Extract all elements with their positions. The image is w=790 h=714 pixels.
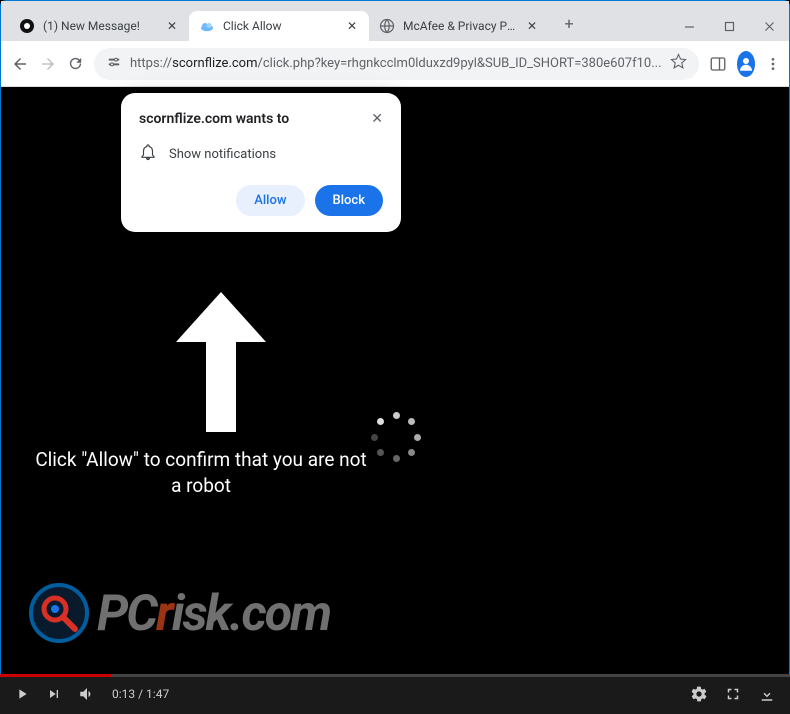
globe-icon	[379, 18, 395, 34]
page-message: Click "Allow" to confirm that you are no…	[31, 447, 371, 498]
wm-rest: isk.com	[172, 585, 330, 643]
window-close-button[interactable]	[749, 11, 789, 41]
fullscreen-button[interactable]	[724, 685, 742, 703]
maximize-button[interactable]	[709, 11, 749, 41]
block-button[interactable]: Block	[315, 185, 383, 216]
tab-new-message[interactable]: (1) New Message! ✕	[9, 11, 189, 41]
next-button[interactable]	[46, 686, 62, 702]
download-button[interactable]	[758, 685, 776, 703]
browser-menu-button[interactable]	[765, 49, 781, 79]
video-controls: 0:13 / 1:47	[0, 674, 790, 714]
profile-avatar[interactable]	[737, 51, 755, 77]
video-progress-fill	[0, 674, 111, 677]
close-icon[interactable]: ✕	[345, 19, 359, 33]
video-time-current: 0:13	[112, 687, 135, 701]
notification-permission-prompt: scornflize.com wants to ✕ Show notificat…	[121, 93, 401, 232]
url-domain: scornflize.com	[172, 56, 257, 71]
url-path: /click.php?key=rhgnkcclm0lduxzd9pyl&SUB_…	[258, 56, 662, 71]
pcrisk-watermark: PCrisk.com	[29, 583, 330, 643]
allow-button[interactable]: Allow	[236, 185, 304, 216]
video-progress-bar[interactable]	[0, 674, 790, 677]
play-button[interactable]	[14, 686, 30, 702]
site-settings-icon[interactable]	[106, 54, 122, 74]
reload-button[interactable]	[67, 50, 84, 78]
tab-label: Click Allow	[223, 19, 337, 33]
up-arrow-graphic	[171, 287, 271, 437]
wm-r: r	[156, 585, 172, 643]
back-button[interactable]	[11, 50, 29, 78]
magnifier-icon	[29, 583, 89, 643]
permission-body: Show notifications	[169, 147, 276, 162]
page-content: scornflize.com wants to ✕ Show notificat…	[1, 87, 789, 673]
loading-spinner	[371, 412, 421, 462]
bell-icon	[139, 143, 157, 165]
url-scheme: https://	[130, 56, 172, 71]
close-icon[interactable]: ✕	[165, 19, 179, 33]
tab-label: McAfee & Privacy Protect	[403, 19, 517, 33]
tab-click-allow[interactable]: Click Allow ✕	[189, 11, 369, 41]
volume-button[interactable]	[78, 685, 96, 703]
tab-label: (1) New Message!	[43, 19, 157, 33]
video-time: 0:13 / 1:47	[112, 687, 169, 701]
bookmark-star-icon[interactable]	[670, 53, 687, 74]
favicon-dark	[19, 18, 35, 34]
settings-button[interactable]	[690, 685, 708, 703]
side-panel-button[interactable]	[709, 49, 727, 79]
browser-toolbar: https://scornflize.com/click.php?key=rhg…	[1, 41, 789, 87]
address-bar[interactable]: https://scornflize.com/click.php?key=rhg…	[94, 48, 699, 80]
close-icon[interactable]: ✕	[371, 111, 383, 127]
watermark-text: PCrisk.com	[97, 584, 330, 643]
window-controls	[669, 11, 789, 41]
tab-strip: (1) New Message! ✕ Click Allow ✕ McAfee …	[9, 9, 669, 41]
favicon-cloud	[199, 18, 215, 34]
forward-button[interactable]	[39, 50, 57, 78]
close-icon[interactable]: ✕	[525, 19, 539, 33]
url-text: https://scornflize.com/click.php?key=rhg…	[130, 56, 662, 71]
minimize-button[interactable]	[669, 11, 709, 41]
video-time-duration: 1:47	[146, 687, 169, 701]
new-tab-button[interactable]: +	[555, 9, 583, 37]
tab-mcafee[interactable]: McAfee & Privacy Protect ✕	[369, 11, 549, 41]
window-titlebar: (1) New Message! ✕ Click Allow ✕ McAfee …	[1, 1, 789, 41]
permission-title: scornflize.com wants to	[139, 111, 289, 127]
wm-pc: PC	[97, 585, 156, 643]
